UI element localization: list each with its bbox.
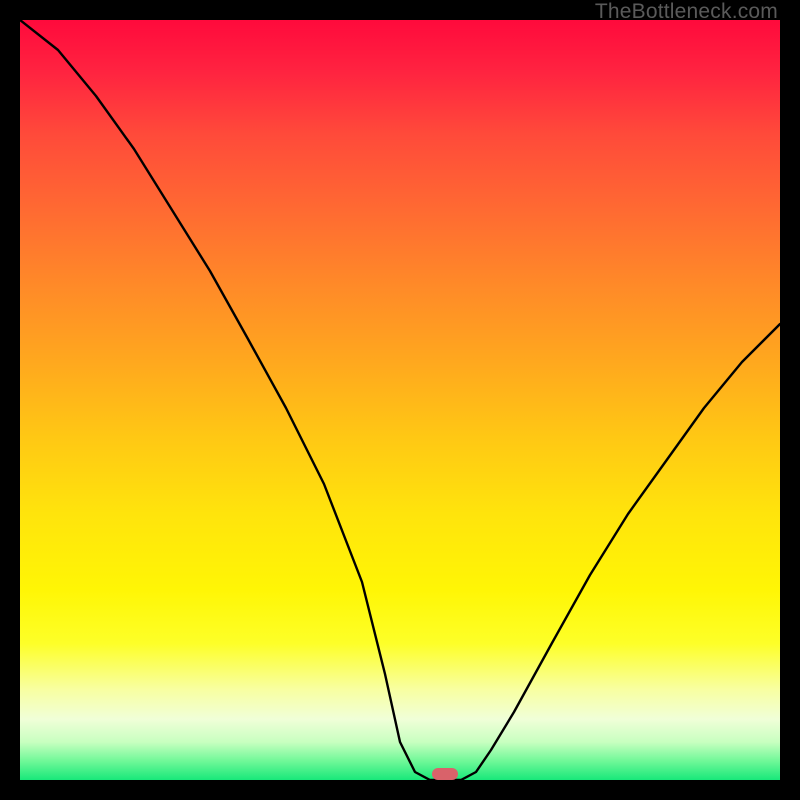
chart-area [20,20,780,780]
bottleneck-curve [20,20,780,780]
min-marker [432,768,458,780]
bottleneck-curve-path [20,20,780,780]
